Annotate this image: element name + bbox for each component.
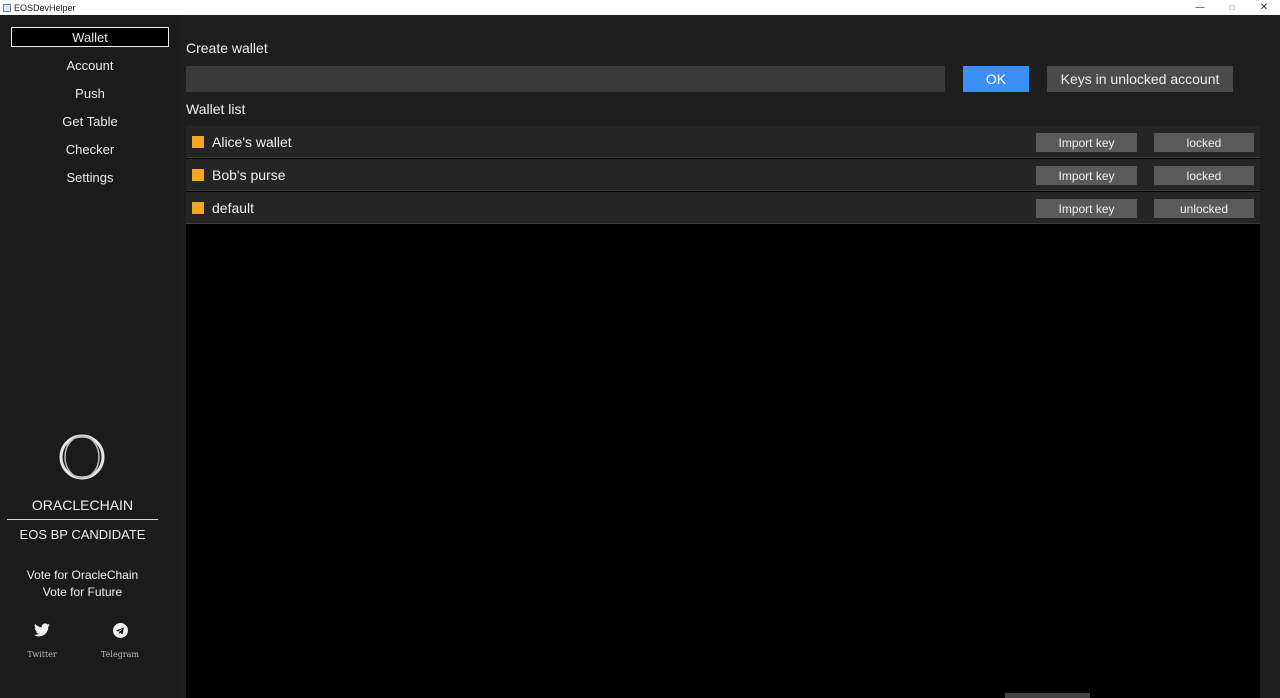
close-button[interactable]: ✕ (1248, 0, 1280, 15)
telegram-label: Telegram (100, 650, 140, 659)
wallet-color-swatch (192, 169, 204, 181)
vote-line-2: Vote for Future (42, 585, 123, 599)
import-key-button[interactable]: Import key (1036, 133, 1137, 152)
sidebar-item-get-table[interactable]: Get Table (11, 111, 169, 131)
brand-subtitle: EOS BP CANDIDATE (19, 527, 146, 542)
sidebar-item-account[interactable]: Account (11, 55, 169, 75)
restore-button[interactable]: ▫ (1216, 0, 1248, 15)
oraclechain-logo-icon (59, 434, 105, 480)
create-wallet-label: Create wallet (186, 40, 268, 56)
sidebar-item-wallet[interactable]: Wallet (11, 27, 169, 47)
sidebar: Wallet Account Push Get Table Checker Se… (0, 15, 180, 698)
sidebar-item-push[interactable]: Push (11, 83, 169, 103)
wallet-name: Bob's purse (212, 167, 286, 183)
twitter-label: Twitter (27, 650, 57, 659)
main-panel: Create wallet OK Keys in unlocked accoun… (180, 15, 1280, 698)
app-icon (3, 3, 11, 12)
lock-status-button[interactable]: locked (1154, 166, 1254, 185)
horizontal-scrollbar[interactable] (1005, 693, 1090, 698)
lock-status-button[interactable]: unlocked (1154, 199, 1254, 218)
vote-line-1: Vote for OracleChain (26, 568, 139, 582)
wallet-color-swatch (192, 202, 204, 214)
wallet-list-label: Wallet list (186, 101, 246, 117)
wallet-name-input[interactable] (186, 66, 945, 92)
wallet-row: Alice's wallet Import key locked (186, 126, 1260, 158)
wallet-color-swatch (192, 136, 204, 148)
minimize-button[interactable]: — (1184, 0, 1216, 15)
telegram-icon[interactable] (110, 621, 130, 639)
window-controls: — ▫ ✕ (1184, 0, 1280, 15)
sidebar-item-checker[interactable]: Checker (11, 139, 169, 159)
import-key-button[interactable]: Import key (1036, 166, 1137, 185)
import-key-button[interactable]: Import key (1036, 199, 1137, 218)
lock-status-button[interactable]: locked (1154, 133, 1254, 152)
wallet-list: Alice's wallet Import key locked Bob's p… (186, 126, 1260, 698)
title-bar: EOSDevHelper — ▫ ✕ (0, 0, 1280, 15)
brand-divider (7, 519, 158, 520)
wallet-row: default Import key unlocked (186, 192, 1260, 224)
ok-button[interactable]: OK (963, 66, 1029, 92)
wallet-row: Bob's purse Import key locked (186, 159, 1260, 191)
window-title: EOSDevHelper (14, 2, 76, 13)
wallet-name: default (212, 200, 255, 216)
wallet-name: Alice's wallet (212, 134, 292, 150)
keys-in-unlocked-account-button[interactable]: Keys in unlocked account (1047, 66, 1233, 92)
twitter-icon[interactable] (32, 621, 52, 639)
brand-name: ORACLECHAIN (31, 497, 134, 513)
sidebar-item-settings[interactable]: Settings (11, 167, 169, 187)
